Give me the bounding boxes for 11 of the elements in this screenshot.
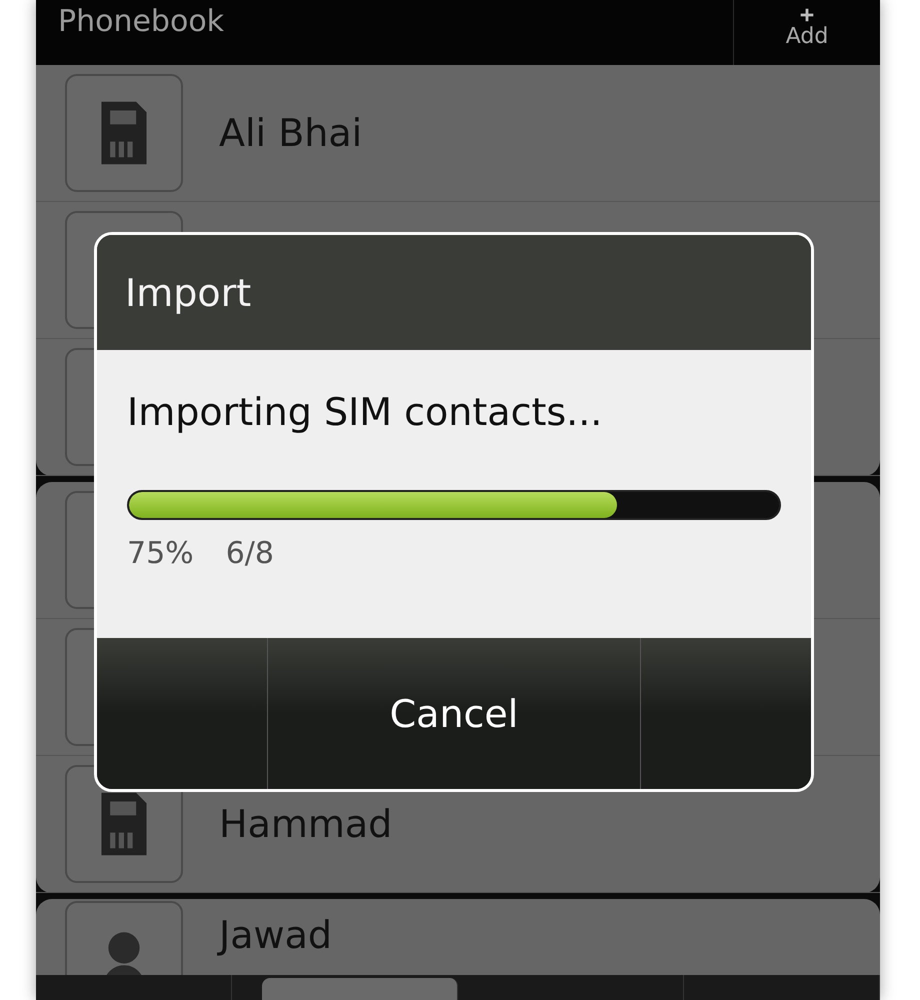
plus-icon <box>800 8 814 22</box>
dialog-title: Import <box>125 270 252 314</box>
progress-count: 6/8 <box>226 536 274 571</box>
progress-percent: 75% <box>127 536 194 571</box>
app-title: Phonebook <box>57 3 224 41</box>
dialog-message: Importing SIM contacts... <box>127 390 604 434</box>
contact-name[interactable]: Jawad <box>219 913 332 957</box>
tab[interactable] <box>262 978 458 1000</box>
contact-name[interactable]: Ali Bhai <box>219 111 362 155</box>
contact-name[interactable]: Hammad <box>219 802 392 846</box>
sim-card-icon <box>65 74 183 192</box>
